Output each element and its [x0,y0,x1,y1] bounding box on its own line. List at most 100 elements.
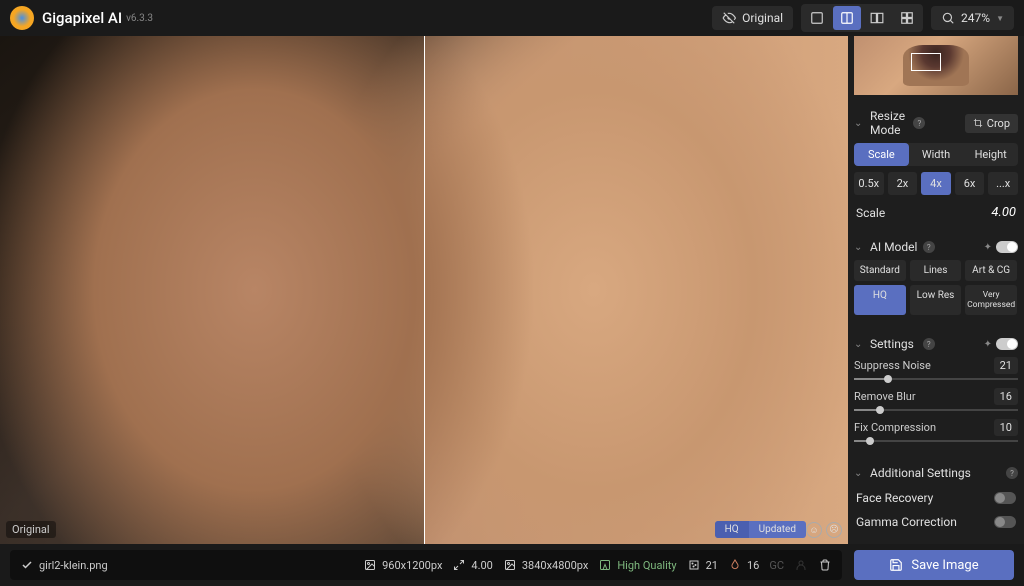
view-mode-group [801,4,923,32]
image-icon [363,558,377,572]
hq-updated-badge: HQ Updated [715,521,806,538]
noise-stat: 21 [687,558,718,572]
zoom-control[interactable]: 247% ▼ [931,6,1014,30]
scale-0-5x[interactable]: 0.5x [854,172,884,195]
suppress-noise-label: Suppress Noise [854,359,931,372]
fix-compression-slider: Fix Compression 10 [854,419,1018,442]
hq-badge-left: HQ [715,521,749,538]
chevron-down-icon: ⌄ [854,468,864,479]
face-recovery-label: Face Recovery [856,491,933,505]
zoom-icon [941,11,955,25]
source-dims: 960x1200px [382,559,442,572]
quality-item: High Quality [598,558,676,572]
blur-value: 16 [747,559,759,572]
settings-auto-toggle[interactable] [996,338,1018,350]
crop-button[interactable]: Crop [965,114,1018,133]
view-mode-grid[interactable] [893,6,921,30]
quality-label: High Quality [617,559,676,572]
scale-custom[interactable]: ...x [988,172,1018,195]
model-standard[interactable]: Standard [854,260,906,281]
model-very-compressed[interactable]: Very Compressed [965,285,1017,315]
scale-label: Scale [856,206,885,220]
sparkle-icon[interactable]: ✦ [984,339,992,350]
help-icon[interactable]: ? [923,338,935,350]
face-indicator-icon [794,558,808,572]
source-dims-item: 960x1200px [363,558,442,572]
remove-blur-track[interactable] [854,409,1018,411]
thumbnail-viewport[interactable] [911,53,941,71]
output-dims-item: 3840x4800px [503,558,588,572]
suppress-noise-track[interactable] [854,378,1018,380]
delete-icon[interactable] [818,558,832,572]
model-lines[interactable]: Lines [910,260,962,281]
feedback-sad-icon[interactable]: ☹ [826,522,842,538]
ai-model-auto-toggle[interactable] [996,241,1018,253]
resize-tab-height[interactable]: Height [963,143,1018,166]
model-art-cg[interactable]: Art & CG [965,260,1017,281]
thumbnail-navigator[interactable] [854,36,1018,95]
hq-badge-right: Updated [749,521,806,538]
resize-tabs: Scale Width Height [854,143,1018,166]
quality-icon [598,558,612,572]
gamma-correction-label: Gamma Correction [856,515,957,529]
settings-title: Settings [870,337,919,351]
model-low-res[interactable]: Low Res [910,285,962,315]
scale-6x[interactable]: 6x [955,172,985,195]
app-header: Gigapixel AI v6.3.3 Original [0,0,1024,36]
app-title: Gigapixel AI [42,9,122,27]
additional-settings-title: Additional Settings [870,466,1002,480]
remove-blur-value: 16 [994,388,1018,405]
gc-indicator: GC [769,559,784,572]
chevron-down-icon: ⌄ [854,118,864,129]
resize-tab-width[interactable]: Width [909,143,964,166]
resize-mode-header[interactable]: ⌄ Resize Mode ? Crop [854,103,1018,143]
settings-header[interactable]: ⌄ Settings ? ✦ [854,331,1018,357]
settings-sidebar: ⌄ Resize Mode ? Crop Scale Width Height … [848,36,1024,544]
suppress-noise-slider: Suppress Noise 21 [854,357,1018,380]
chevron-down-icon: ⌄ [854,242,864,253]
expand-icon [452,558,466,572]
noise-icon [687,558,701,572]
scale-4x[interactable]: 4x [921,172,951,195]
original-toggle[interactable]: Original [712,6,793,30]
face-recovery-toggle[interactable] [994,492,1016,504]
save-icon [889,558,903,572]
split-divider[interactable] [424,36,425,544]
eye-off-icon [722,11,736,25]
noise-value: 21 [706,559,718,572]
additional-settings-header[interactable]: ⌄ Additional Settings ? [854,460,1018,486]
filename-item: girl2-klein.png [20,558,108,572]
fix-compression-label: Fix Compression [854,421,936,434]
help-icon[interactable]: ? [1006,467,1018,479]
viewer-original-label: Original [6,521,56,538]
view-mode-single[interactable] [803,6,831,30]
save-label: Save Image [911,558,978,573]
app-logo [10,6,34,30]
gamma-correction-toggle[interactable] [994,516,1016,528]
fix-compression-value: 10 [994,419,1018,436]
chevron-down-icon: ▼ [996,14,1004,23]
help-icon[interactable]: ? [923,241,935,253]
suppress-noise-value: 21 [994,357,1018,374]
save-image-button[interactable]: Save Image [854,550,1014,580]
scale-value: 4.00 [991,205,1016,220]
original-label: Original [742,11,783,25]
view-mode-split[interactable] [833,6,861,30]
scale-presets: 0.5x 2x 4x 6x ...x [854,172,1018,195]
image-viewer[interactable]: Original HQ Updated ☺ ☹ [0,36,848,544]
fix-compression-track[interactable] [854,440,1018,442]
face-recovery-row: Face Recovery [854,486,1018,510]
remove-blur-label: Remove Blur [854,390,916,403]
ai-model-header[interactable]: ⌄ AI Model ? ✦ [854,234,1018,260]
feedback-happy-icon[interactable]: ☺ [806,522,822,538]
resize-mode-title: Resize Mode [870,109,909,137]
scale-2x[interactable]: 2x [888,172,918,195]
ai-model-title: AI Model [870,240,919,254]
scale-display: 4.00 [471,559,492,572]
model-hq[interactable]: HQ [854,285,906,315]
image-out-icon [503,558,517,572]
resize-tab-scale[interactable]: Scale [854,143,909,166]
help-icon[interactable]: ? [913,117,925,129]
view-mode-side[interactable] [863,6,891,30]
sparkle-icon[interactable]: ✦ [984,242,992,253]
